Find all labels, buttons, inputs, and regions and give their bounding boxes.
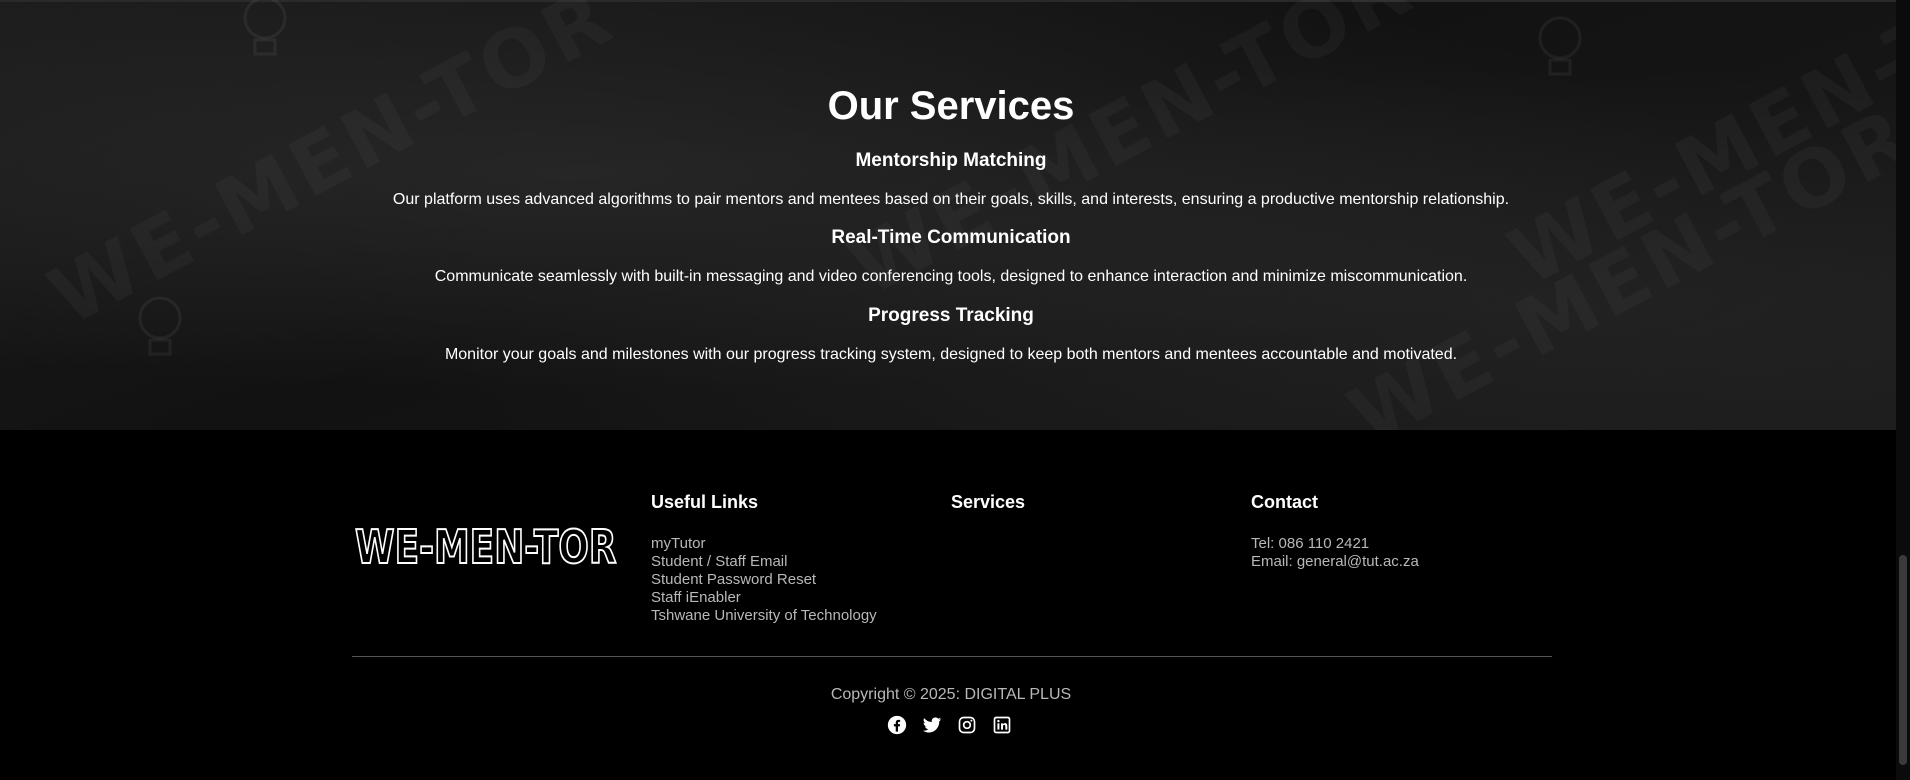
service-heading-mentorship-matching: Mentorship Matching [855, 150, 1047, 171]
contact-email[interactable]: Email: general@tut.ac.za [1251, 553, 1419, 571]
watermark: WE-MEN-TOR [1335, 89, 1910, 430]
link-staff-ienabler[interactable]: Staff iEnabler [651, 589, 877, 607]
link-student-staff-email[interactable]: Student / Staff Email [651, 553, 877, 571]
service-heading-progress-tracking: Progress Tracking [868, 305, 1034, 326]
site-footer: WE-MEN-TOR Useful Links myTutor Student … [0, 430, 1896, 780]
contact-title: Contact [1251, 492, 1318, 512]
link-tshwane-university[interactable]: Tshwane University of Technology [651, 607, 877, 625]
useful-links-column: Useful Links myTutor Student / Staff Ema… [651, 492, 877, 625]
useful-links-title: Useful Links [651, 492, 759, 512]
copyright-text: Copyright © 2025: DIGITAL PLUS [830, 686, 1072, 703]
service-text-progress-tracking: Monitor your goals and milestones with o… [444, 346, 1458, 363]
service-text-real-time-communication: Communicate seamlessly with built-in mes… [434, 268, 1468, 285]
instagram-icon[interactable] [957, 715, 977, 735]
scrollbar-track[interactable] [1896, 0, 1910, 780]
contact-column: Contact Tel: 086 110 2421 Email: general… [1251, 492, 1419, 571]
footer-logo: WE-MEN-TOR [354, 519, 617, 575]
footer-services-title: Services [951, 492, 1026, 512]
link-mytutor[interactable]: myTutor [651, 535, 877, 553]
twitter-icon[interactable] [922, 715, 942, 735]
footer-divider [352, 656, 1552, 657]
lightbulb-icon [243, 0, 287, 56]
contact-tel: Tel: 086 110 2421 [1251, 535, 1370, 552]
services-column: Services [951, 492, 1025, 535]
social-links [887, 715, 1012, 735]
link-student-password-reset[interactable]: Student Password Reset [651, 571, 877, 589]
lightbulb-icon [1538, 16, 1582, 76]
service-heading-real-time-communication: Real-Time Communication [831, 227, 1071, 248]
facebook-icon[interactable] [887, 715, 907, 735]
scrollbar-thumb[interactable] [1899, 555, 1907, 765]
services-section: WE-MEN-TOR WE-MEN-TOR WE-MEN-TOR WE-MEN-… [0, 0, 1910, 430]
linkedin-icon[interactable] [992, 715, 1012, 735]
services-title: Our Services [827, 84, 1075, 128]
service-text-mentorship-matching: Our platform uses advanced algorithms to… [392, 191, 1510, 208]
